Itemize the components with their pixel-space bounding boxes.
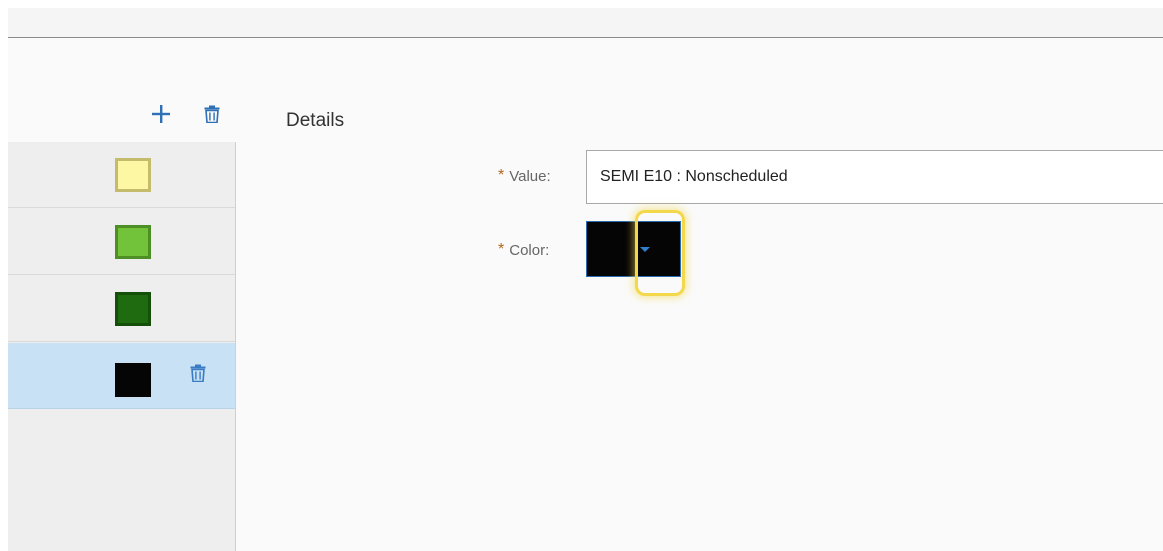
trash-icon [190, 364, 206, 382]
value-field[interactable]: SEMI E10 : Nonscheduled [586, 150, 1163, 204]
list-item[interactable] [8, 142, 235, 208]
color-swatch [115, 363, 151, 397]
color-swatch [115, 225, 151, 259]
color-label-text: Color: [509, 241, 550, 259]
color-swatch [115, 292, 151, 326]
add-button[interactable] [148, 100, 174, 128]
color-dropdown-button[interactable] [628, 221, 681, 277]
details-title: Details [286, 110, 345, 131]
top-strip [8, 8, 1163, 38]
row-delete-button[interactable] [187, 360, 209, 386]
color-picker[interactable] [586, 221, 687, 277]
list-panel [8, 38, 236, 551]
list-item[interactable] [8, 209, 235, 275]
required-mark: * [498, 167, 505, 184]
value-label-text: Value: [509, 167, 551, 185]
value-field-text: SEMI E10 : Nonscheduled [600, 168, 788, 185]
color-preview-swatch [586, 221, 628, 277]
plus-icon [152, 105, 170, 123]
delete-button[interactable] [200, 101, 224, 127]
color-label: * Color: [498, 241, 549, 259]
list-toolbar [8, 38, 236, 142]
value-label: * Value: [498, 167, 551, 185]
caret-down-icon [640, 246, 650, 252]
list-item-selected[interactable] [8, 343, 235, 409]
color-swatch [115, 158, 151, 192]
color-list [8, 142, 236, 551]
list-item[interactable] [8, 276, 235, 342]
required-mark: * [498, 241, 505, 258]
trash-icon [204, 105, 220, 123]
main-content: Details * Value: SEMI E10 : Nonscheduled… [8, 38, 1163, 551]
